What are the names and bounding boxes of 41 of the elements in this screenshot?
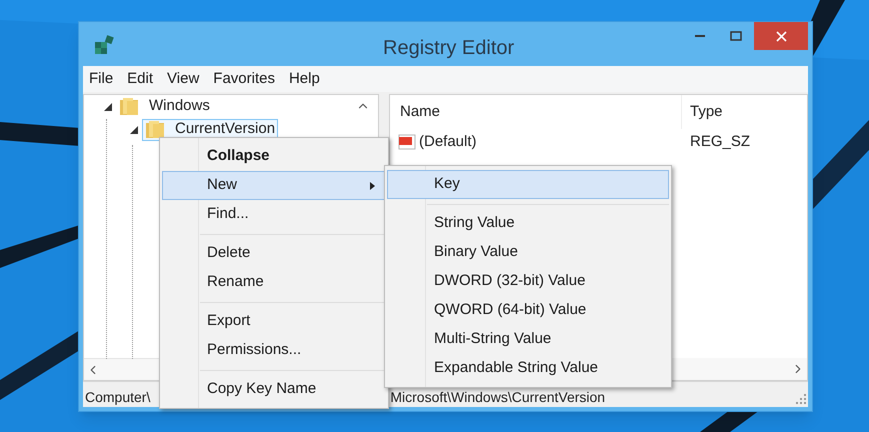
- menu-item[interactable]: Copy Key Name: [162, 375, 386, 404]
- minimize-icon: [695, 35, 705, 37]
- folder-icon: [145, 120, 165, 138]
- column-header[interactable]: Name: [390, 95, 682, 129]
- status-path: Computer\: [84, 389, 150, 406]
- menu-item[interactable]: Rename: [162, 268, 386, 297]
- menu-item[interactable]: Permissions...: [162, 336, 386, 365]
- registry-cubes-icon[interactable]: [93, 34, 115, 54]
- menu-item[interactable]: Collapse: [162, 142, 386, 171]
- menu-item[interactable]: Key: [387, 170, 669, 199]
- table-cell-text: REG_SZ: [689, 132, 750, 152]
- resize-grip-icon[interactable]: [796, 394, 806, 404]
- status-path: Microsoft\Windows\CurrentVersion: [390, 389, 606, 406]
- menu-item[interactable]: Expandable String Value: [387, 354, 669, 383]
- tree-item[interactable]: Windows: [116, 96, 213, 118]
- menu-bar-item[interactable]: Edit: [127, 68, 154, 90]
- folder-icon: [119, 98, 139, 116]
- menu-item[interactable]: QWORD (64-bit) Value: [387, 296, 669, 325]
- column-header[interactable]: Type: [682, 100, 723, 124]
- menu-item[interactable]: New: [162, 171, 386, 200]
- close-icon: [776, 30, 786, 42]
- close-button[interactable]: [754, 22, 808, 50]
- maximize-icon: [730, 31, 742, 41]
- menu-item[interactable]: DWORD (32-bit) Value: [387, 267, 669, 296]
- menu-item[interactable]: Multi-String Value: [387, 325, 669, 354]
- table-cell-text: (Default): [419, 132, 477, 152]
- wallpaper-stripe: [700, 410, 760, 432]
- menu-bar-item[interactable]: Help: [288, 68, 320, 90]
- expanded-triangle-icon[interactable]: [130, 126, 138, 134]
- string-value-icon: [398, 134, 416, 150]
- menu-item[interactable]: String Value: [387, 209, 669, 238]
- menu-item[interactable]: Export: [162, 307, 386, 336]
- menu-item[interactable]: Delete: [162, 239, 386, 268]
- menu-bar-item[interactable]: File: [89, 68, 114, 90]
- menu-bar-item[interactable]: View: [167, 68, 200, 90]
- menu-bar-item[interactable]: Favorites: [213, 68, 275, 90]
- window-title: Registry Editor: [383, 36, 514, 61]
- menu-item[interactable]: Binary Value: [387, 238, 669, 267]
- menu-item[interactable]: Find...: [162, 200, 386, 229]
- expanded-triangle-icon[interactable]: [104, 102, 112, 110]
- submenu-arrow-icon: [370, 182, 375, 190]
